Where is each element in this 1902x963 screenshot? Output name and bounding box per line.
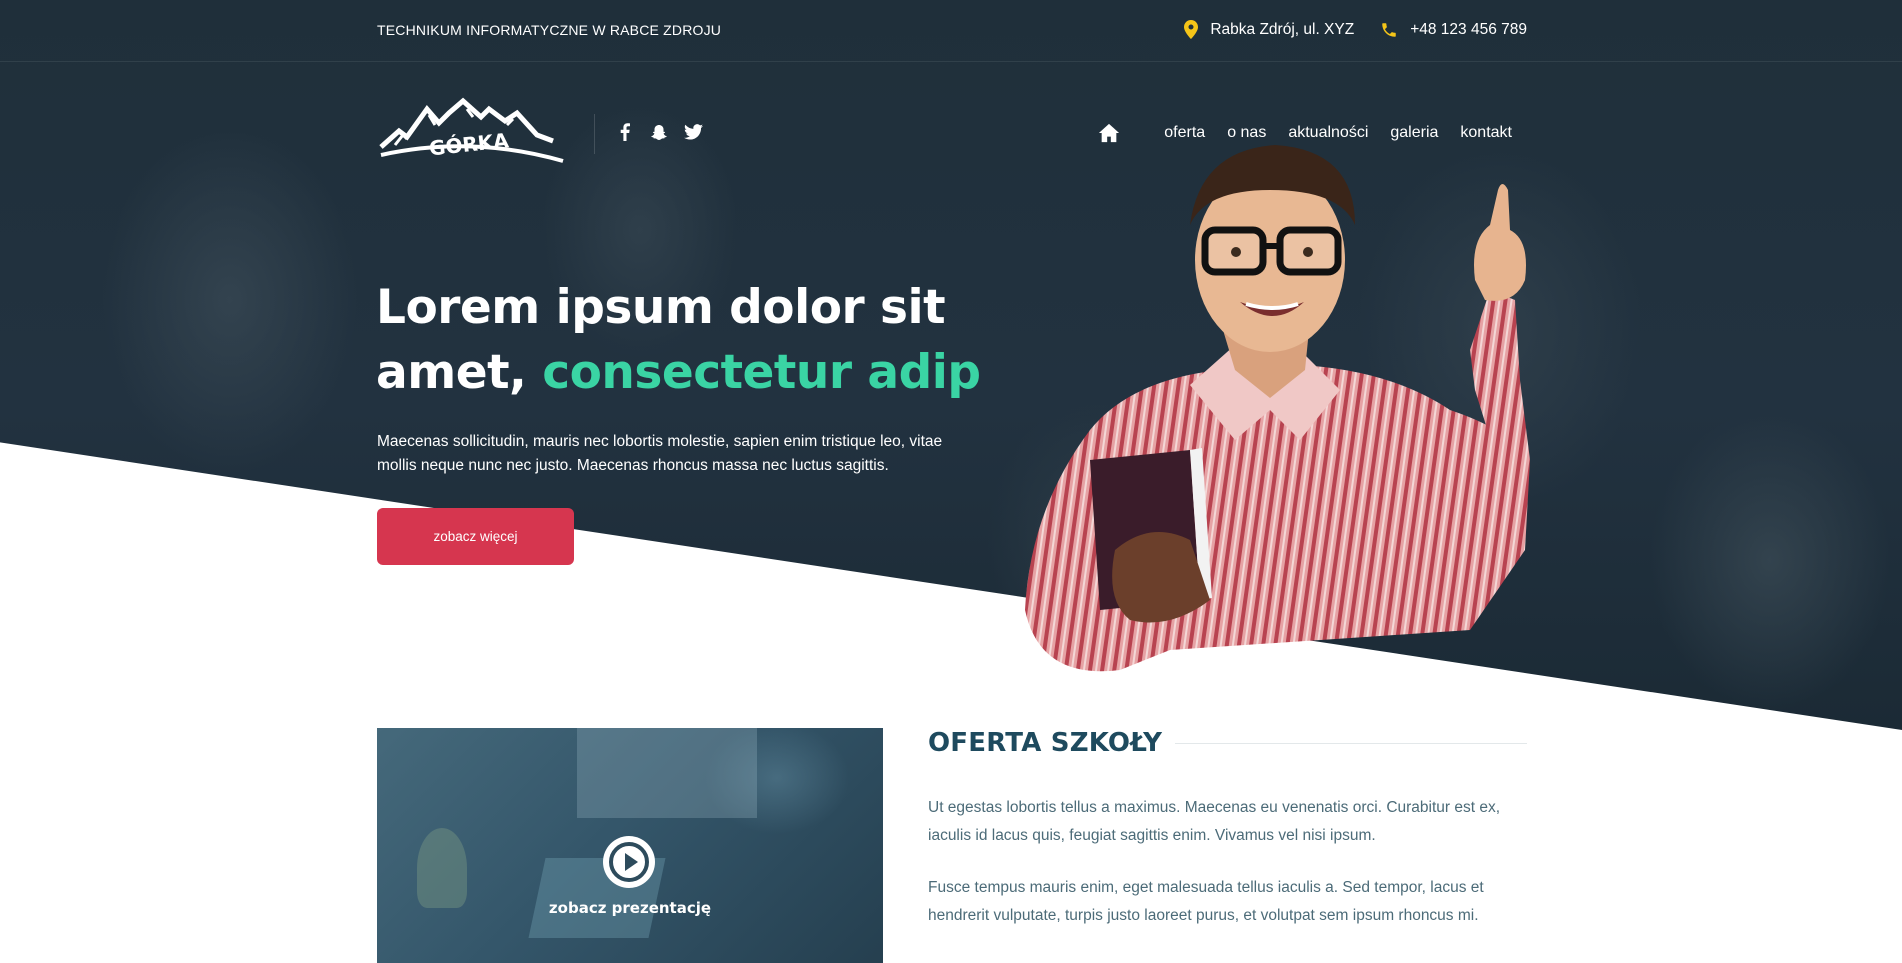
student-photo [1025,145,1530,672]
social-links [614,121,716,143]
hero-description: Maecenas sollicitudin, mauris nec lobort… [377,433,943,474]
address-text: Rabka Zdrój, ul. XYZ [1210,20,1355,38]
phone-icon [1382,22,1396,37]
phone-item[interactable]: +48 123 456 789 [1380,21,1527,39]
hero-title-line2-prefix: amet, [376,345,527,400]
hero-title: Lorem ipsum dolor sit amet, consectetur … [376,275,996,405]
play-button[interactable] [603,836,655,888]
presentation-video[interactable]: zobacz prezentację [377,728,883,963]
location-pin-icon [1184,20,1199,39]
offer-paragraph-2: Fusce tempus mauris enim, eget malesuada… [928,879,1484,924]
offer-title: OFERTA SZKOŁY [928,728,1163,758]
play-icon [609,842,649,882]
top-bar: TECHNIKUM INFORMATYCZNE W RABCE ZDROJU R… [0,0,1902,62]
twitter-icon[interactable] [682,121,704,143]
gorka-logo[interactable]: GÓRKA [377,95,567,167]
school-name: TECHNIKUM INFORMATYCZNE W RABCE ZDROJU [377,22,722,38]
contact-info: Rabka Zdrój, ul. XYZ +48 123 456 789 [1158,20,1527,39]
offer-paragraph-1: Ut egestas lobortis tellus a maximus. Ma… [928,799,1501,844]
hero-title-accent: consectetur adip [542,345,981,400]
logo-text: GÓRKA [428,128,510,160]
address-item: Rabka Zdrój, ul. XYZ [1184,20,1354,39]
offer-title-divider [1175,743,1527,744]
video-label: zobacz prezentację [548,899,712,917]
video-bg-plant [417,828,467,908]
hero-section: TECHNIKUM INFORMATYCZNE W RABCE ZDROJU R… [0,0,1902,730]
phone-text: +48 123 456 789 [1410,20,1527,38]
facebook-icon[interactable] [614,121,636,143]
snapchat-icon[interactable] [648,121,670,143]
hero-title-line1: Lorem ipsum dolor sit [376,280,946,335]
video-bg-window [577,728,757,818]
header-divider [594,114,595,154]
see-more-button[interactable]: zobacz więcej [377,508,574,565]
